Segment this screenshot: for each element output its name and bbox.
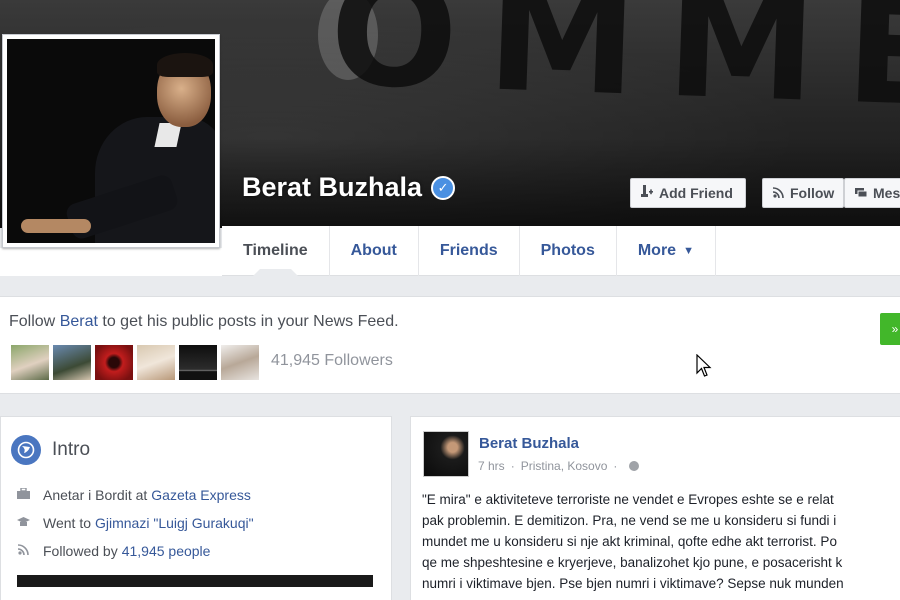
message-label: Mess (873, 185, 900, 201)
rss-icon (15, 544, 31, 558)
meta-separator: · (510, 459, 515, 473)
followers-count[interactable]: 41,945 Followers (271, 352, 393, 370)
photo-hair (157, 53, 213, 77)
intro-followed-row: Followed by 41,945 people (15, 543, 210, 559)
intro-education-row: Went to Gjimnazi "Luigj Gurakuqi" (15, 515, 254, 531)
follower-avatar[interactable] (220, 344, 260, 381)
rss-icon (772, 186, 784, 201)
post-author-avatar[interactable] (423, 431, 469, 477)
post-body: "E mira" e aktiviteteve terroriste ne ve… (422, 489, 900, 594)
chevron-down-icon: ▼ (683, 244, 694, 257)
nav-left-strip (0, 248, 222, 276)
tab-about[interactable]: About (330, 226, 418, 276)
intro-education-link[interactable]: Gjimnazi "Luigj Gurakuqi" (95, 515, 254, 531)
tab-photos[interactable]: Photos (520, 226, 616, 276)
cover-art-text: OMMETI (327, 0, 900, 149)
add-friend-label: Add Friend (659, 185, 733, 201)
post-line: pak problemin. E demitizon. Pra, ne vend… (422, 513, 837, 528)
post-line: numri i viktimave bjen. Pse bjen numri i… (422, 576, 844, 591)
add-friend-button[interactable]: Add Friend (630, 178, 746, 208)
public-globe-icon[interactable] (629, 461, 640, 471)
intro-work-row: Anetar i Bordit at Gazeta Express (15, 487, 251, 503)
message-icon (855, 186, 868, 201)
tab-more[interactable]: More ▼ (617, 226, 715, 276)
intro-header: Intro (11, 435, 90, 465)
graduation-cap-icon (15, 516, 31, 530)
intro-card: Intro Anetar i Bordit at Gazeta Express … (0, 416, 392, 600)
intro-title: Intro (52, 439, 91, 460)
follow-prompt-name-link[interactable]: Berat (60, 313, 98, 330)
post-meta: 7 hrs · Pristina, Kosovo · (478, 459, 640, 473)
mouse-cursor-icon (696, 354, 712, 377)
profile-picture[interactable] (2, 34, 220, 248)
post-timestamp[interactable]: 7 hrs (478, 459, 505, 473)
nav-divider (714, 225, 716, 276)
post-card: Berat Buzhala 7 hrs · Pristina, Kosovo ·… (410, 416, 900, 600)
intro-followed-text: Followed by (43, 543, 118, 559)
follower-avatar[interactable] (178, 344, 218, 381)
message-button[interactable]: Mess (844, 178, 900, 208)
follow-label: Follow (790, 185, 835, 201)
profile-name[interactable]: Berat Buzhala (242, 172, 422, 203)
follower-avatars (10, 344, 262, 381)
tab-photos-label: Photos (540, 241, 595, 259)
follower-avatar[interactable] (136, 344, 176, 381)
post-line: "E mira" e aktiviteteve terroriste ne ve… (422, 492, 834, 507)
profile-photo (7, 39, 215, 243)
cover-art-word: OMMETI (327, 0, 900, 150)
intro-work-text: Anetar i Bordit at (43, 487, 148, 503)
intro-education-text: Went to (43, 515, 91, 531)
intro-work-link[interactable]: Gazeta Express (151, 487, 251, 503)
post-line: mundet me u konsideru si nje akt krimina… (422, 534, 837, 549)
post-author-name[interactable]: Berat Buzhala (479, 435, 579, 452)
tab-friends-label: Friends (439, 241, 498, 259)
verified-badge-icon[interactable]: ✓ (431, 175, 456, 200)
tab-timeline-label: Timeline (243, 241, 308, 259)
tab-more-label: More (637, 241, 677, 259)
meta-separator: · (613, 459, 618, 473)
tab-friends[interactable]: Friends (419, 226, 519, 276)
tab-about-label: About (350, 241, 397, 259)
add-friend-icon (641, 185, 653, 201)
follow-card-button[interactable]: » (880, 313, 900, 345)
photo-hand (21, 219, 91, 233)
follower-avatar[interactable] (10, 344, 50, 381)
tab-timeline[interactable]: Timeline (222, 226, 329, 277)
follow-prompt-suffix: to get his public posts in your News Fee… (97, 313, 399, 330)
follower-avatar[interactable] (94, 344, 134, 381)
globe-icon (11, 435, 41, 465)
follower-avatar[interactable] (52, 344, 92, 381)
post-line: qe me shpeshtesine e kryerjeve, banalizo… (422, 555, 843, 570)
briefcase-icon (15, 487, 31, 502)
follow-button[interactable]: Follow (762, 178, 844, 208)
profile-name-row: Berat Buzhala ✓ (242, 172, 456, 203)
timeline-nav: Timeline About Friends Photos More ▼ (222, 225, 900, 277)
follow-prompt: Follow Berat to get his public posts in … (9, 313, 399, 331)
follow-prompt-prefix: Follow (9, 313, 60, 330)
post-location[interactable]: Pristina, Kosovo (521, 459, 608, 473)
intro-featured-media[interactable] (17, 575, 373, 587)
intro-followed-link[interactable]: 41,945 people (122, 543, 211, 559)
